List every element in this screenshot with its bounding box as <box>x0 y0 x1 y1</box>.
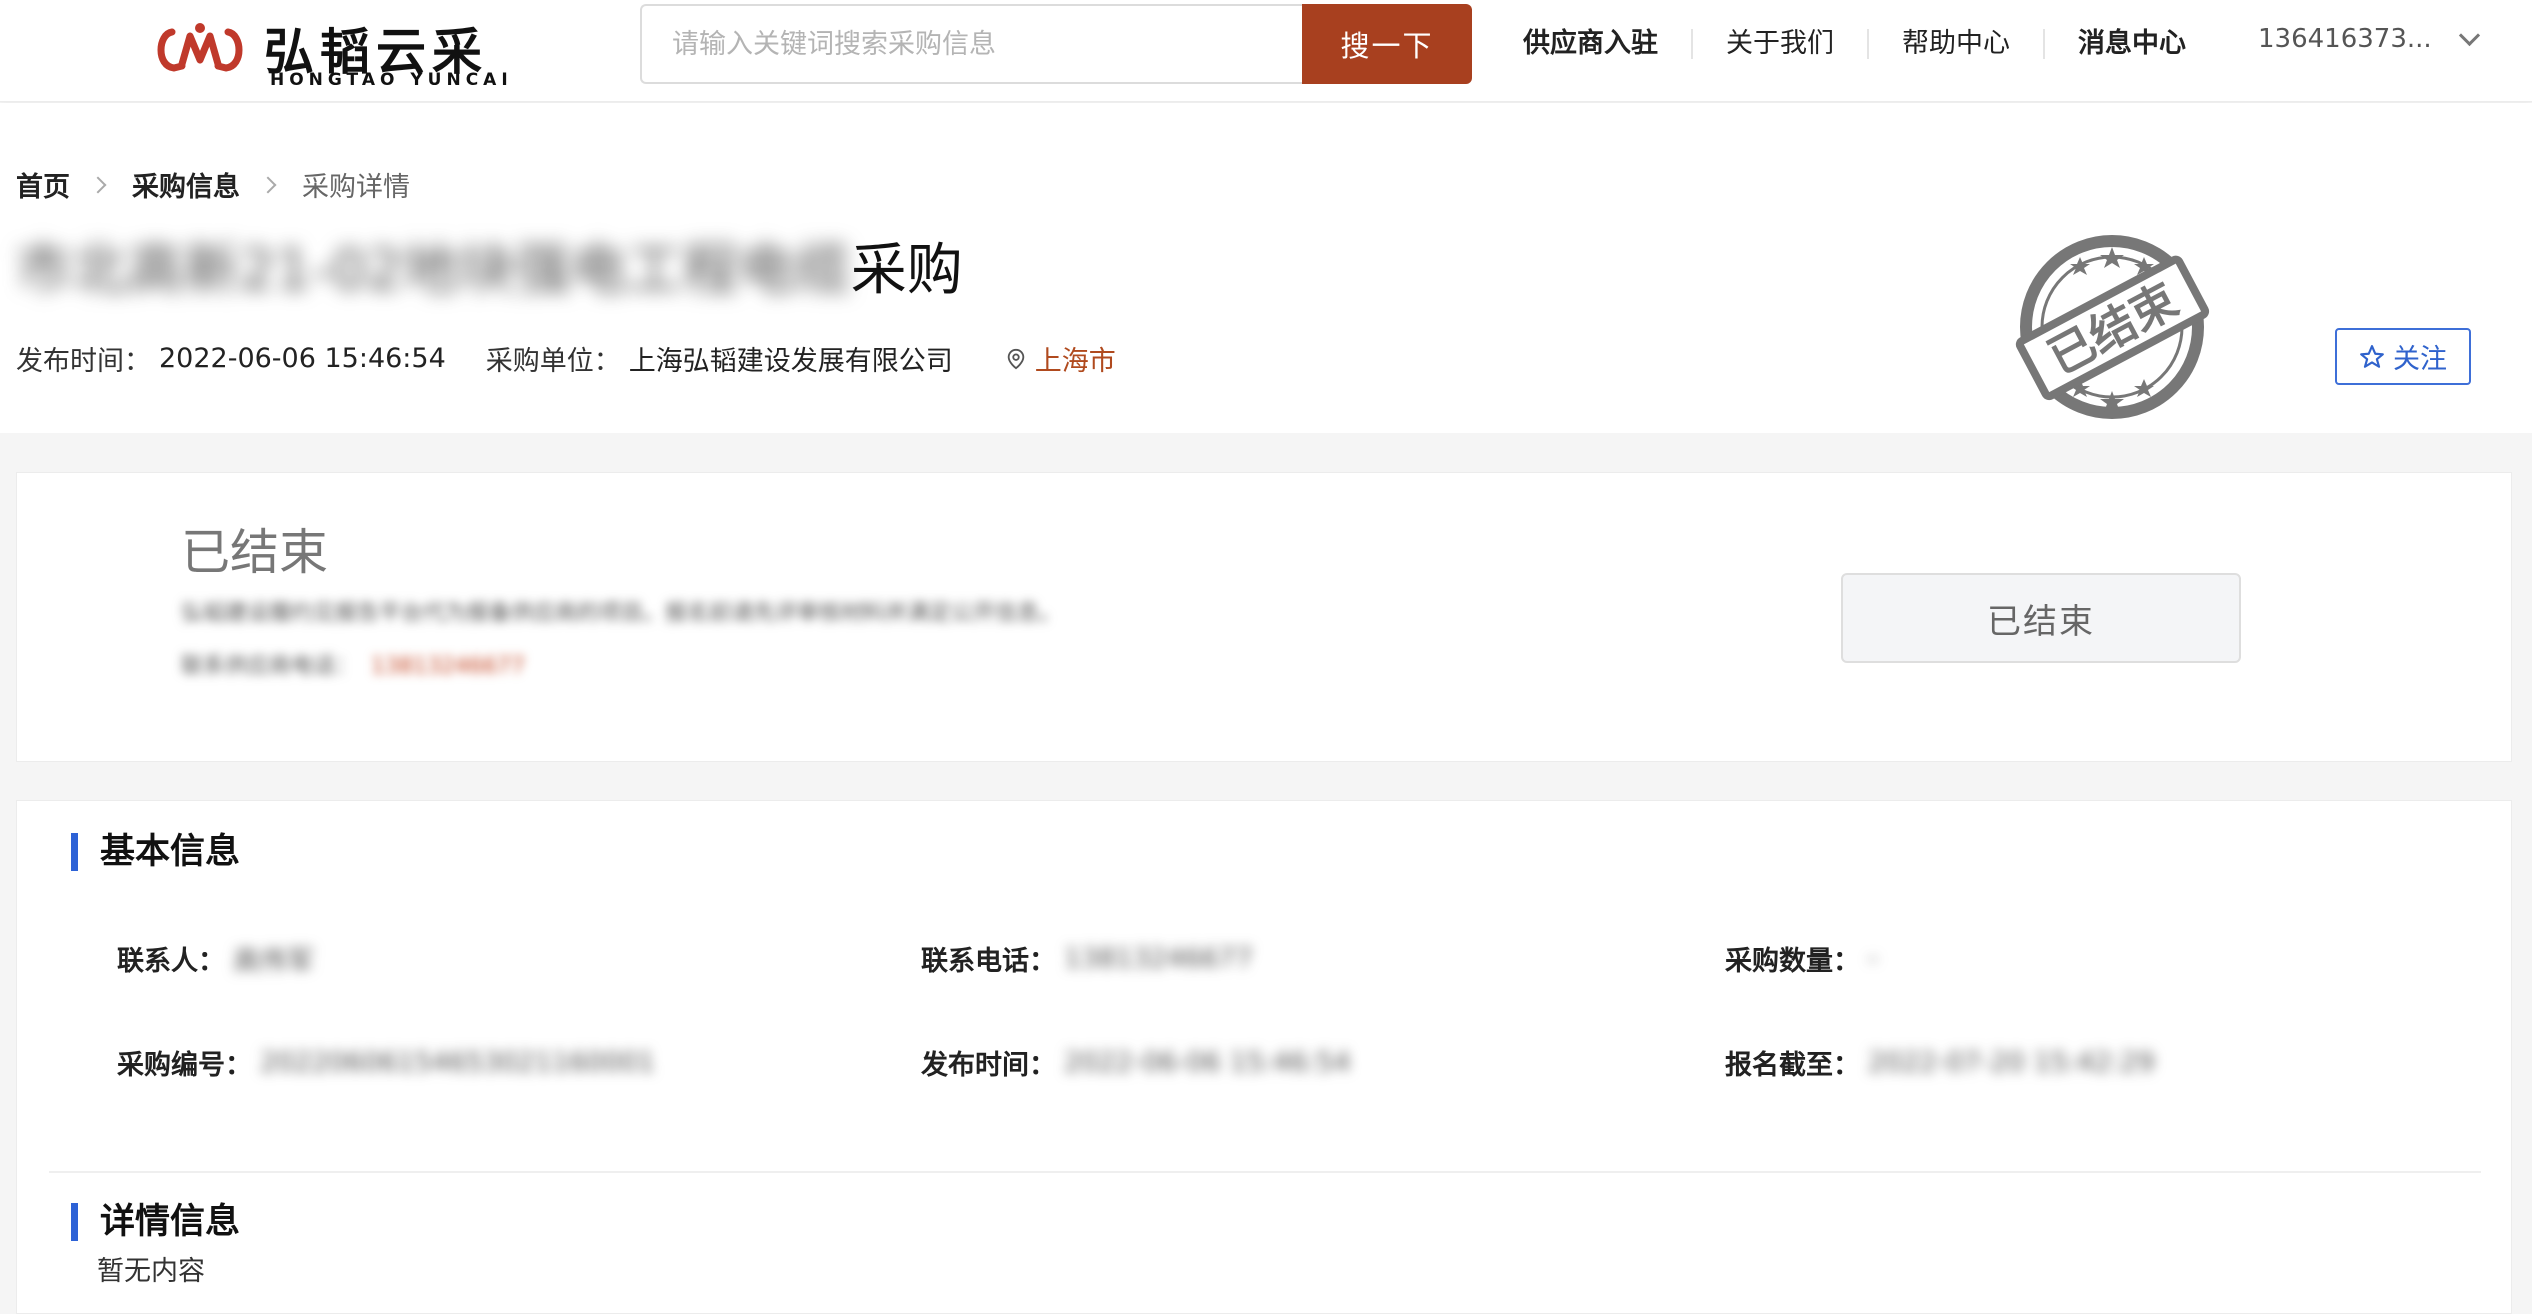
breadcrumb-current: 采购详情 <box>302 172 410 203</box>
field-label: 采购数量： <box>1725 946 1860 977</box>
divider <box>49 1171 2481 1173</box>
field-label: 采购编号： <box>117 1050 252 1081</box>
search-bar: 搜一下 <box>640 4 1472 84</box>
location-pin-icon <box>1007 348 1025 369</box>
nav-supplier-join[interactable]: 供应商入驻 <box>1490 29 1693 59</box>
field-value: 20220606154653021160001 <box>260 1047 656 1078</box>
field-publish-time: 发布时间： 2022-06-06 15:46:54 <box>921 1043 1351 1082</box>
site-logo[interactable]: 弘韬云采 HONGTAO YUNCAI <box>152 10 508 92</box>
info-card: 基本信息 联系人： 高伟军 联系电话： 13813246677 采购数量： - … <box>16 800 2512 1314</box>
field-deadline: 报名截至： 2022-07-20 15:42:29 <box>1725 1043 2155 1082</box>
detail-empty-text: 暂无内容 <box>97 1256 205 1287</box>
chevron-right-icon <box>259 176 277 193</box>
publish-time-value: 2022-06-06 15:46:54 <box>159 343 446 374</box>
logo-text-en: HONGTAO YUNCAI <box>270 70 513 90</box>
page-title-blurred: 市北高新21-02地块强电工程电缆 <box>16 238 851 303</box>
status-contact-phone: 13813246677 <box>371 654 525 679</box>
status-card: 已结束 弘韬建设履约见报告平台代为报备供应商的项目。报名前请先评审核材料并满足公… <box>16 472 2512 762</box>
field-label: 报名截至： <box>1725 1050 1860 1081</box>
breadcrumb-procurement[interactable]: 采购信息 <box>132 165 240 204</box>
account-menu[interactable]: 136416373... <box>2258 24 2480 54</box>
page-title: 市北高新21-02地块强电工程电缆采购 <box>16 225 963 306</box>
follow-button[interactable]: 关注 <box>2335 328 2471 385</box>
field-quantity: 采购数量： - <box>1725 939 1878 978</box>
location-text[interactable]: 上海市 <box>1035 339 1116 378</box>
buyer-label: 采购单位： <box>485 346 621 377</box>
basic-info-title: 基本信息 <box>71 833 240 871</box>
top-nav: 供应商入驻 关于我们 帮助中心 消息中心 <box>1490 22 2219 66</box>
field-value: 2022-07-20 15:42:29 <box>1868 1047 2155 1078</box>
nav-about-us[interactable]: 关于我们 <box>1693 29 1869 59</box>
field-value: 2022-06-06 15:46:54 <box>1064 1047 1351 1078</box>
top-header: 弘韬云采 HONGTAO YUNCAI 搜一下 供应商入驻 关于我们 帮助中心 … <box>0 0 2532 102</box>
field-contact: 联系人： 高伟军 <box>117 939 314 978</box>
search-button[interactable]: 搜一下 <box>1302 4 1472 84</box>
field-label: 联系电话： <box>921 946 1056 977</box>
field-phone: 联系电话： 13813246677 <box>921 939 1253 978</box>
field-value: 高伟军 <box>233 946 314 977</box>
follow-label: 关注 <box>2393 344 2447 375</box>
chevron-down-icon <box>2458 24 2480 46</box>
chevron-right-icon <box>89 176 107 193</box>
field-procurement-no: 采购编号： 20220606154653021160001 <box>117 1043 655 1082</box>
status-heading: 已结束 <box>181 524 329 581</box>
nav-help-center[interactable]: 帮助中心 <box>1869 29 2045 59</box>
meta-row: 发布时间： 2022-06-06 15:46:54 采购单位： 上海弘韬建设发展… <box>16 339 1116 378</box>
star-icon <box>2360 344 2384 368</box>
buyer-value: 上海弘韬建设发展有限公司 <box>628 346 953 377</box>
account-name: 136416373... <box>2258 24 2432 54</box>
ended-button[interactable]: 已结束 <box>1841 573 2241 663</box>
field-value: - <box>1868 943 1878 974</box>
logo-mark-icon <box>157 23 243 72</box>
publish-time-label: 发布时间： <box>16 346 151 377</box>
title-area: 首页 采购信息 采购详情 市北高新21-02地块强电工程电缆采购 发布时间： 2… <box>0 103 2532 433</box>
status-contact-label: 联系供应商电话： <box>181 654 358 679</box>
nav-message-center[interactable]: 消息中心 <box>2045 29 2219 59</box>
field-label: 联系人： <box>117 946 225 977</box>
search-input[interactable] <box>640 4 1304 84</box>
breadcrumb: 首页 采购信息 采购详情 <box>16 165 410 204</box>
breadcrumb-home[interactable]: 首页 <box>16 165 70 204</box>
ended-stamp-icon: 已结束 <box>2015 235 2210 419</box>
status-contact: 联系供应商电话： 13813246677 <box>181 648 525 680</box>
page-title-suffix: 采购 <box>850 238 963 303</box>
status-description: 弘韬建设履约见报告平台代为报备供应商的项目。报名前请先评审核材料并满足公开信息。 <box>181 601 1062 626</box>
field-label: 发布时间： <box>921 1050 1056 1081</box>
field-value: 13813246677 <box>1064 943 1253 974</box>
detail-info-title: 详情信息 <box>71 1203 240 1241</box>
